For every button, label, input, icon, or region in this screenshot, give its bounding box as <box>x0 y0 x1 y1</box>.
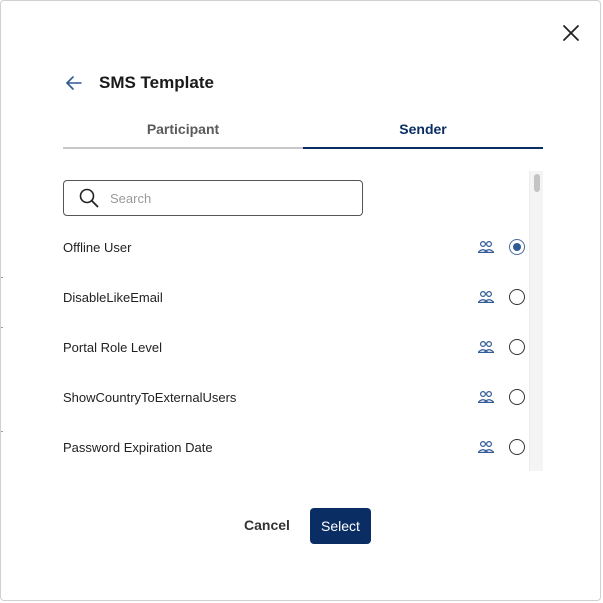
list-item-label: ShowCountryToExternalUsers <box>63 389 237 405</box>
radio-offline-user[interactable] <box>509 239 525 255</box>
list-item[interactable]: Offline User <box>63 232 525 262</box>
users-group-icon <box>478 240 494 253</box>
close-icon[interactable] <box>559 21 583 45</box>
back-button[interactable] <box>64 73 84 93</box>
list-item[interactable]: Portal Role Level <box>63 332 525 362</box>
cancel-button[interactable]: Cancel <box>237 508 297 542</box>
list-item-label: Password Expiration Date <box>63 439 213 455</box>
search-input[interactable] <box>108 189 332 207</box>
select-button[interactable]: Select <box>310 508 371 544</box>
dialog-title: SMS Template <box>99 73 214 92</box>
tab-sender[interactable]: Sender <box>303 113 543 149</box>
sender-list-panel: Offline User DisableLikeEmail Port <box>63 171 543 471</box>
list-scrollbar[interactable] <box>529 171 543 471</box>
radio-showcountrytoexternalusers[interactable] <box>509 389 525 405</box>
list-item-label: Offline User <box>63 239 132 255</box>
tab-bar: Participant Sender <box>63 113 543 149</box>
users-group-icon <box>478 340 494 353</box>
tab-participant[interactable]: Participant <box>63 113 303 149</box>
users-group-icon <box>478 290 494 303</box>
sms-template-dialog: SMS Template Participant Sender Offline … <box>0 0 601 601</box>
search-icon <box>79 188 99 208</box>
radio-portal-role-level[interactable] <box>509 339 525 355</box>
users-group-icon <box>478 390 494 403</box>
backdrop-edge-mark <box>1 327 3 328</box>
scrollbar-thumb[interactable] <box>534 174 540 192</box>
list-item-label: DisableLikeEmail <box>63 289 163 305</box>
arrow-left-icon[interactable] <box>64 73 84 93</box>
backdrop-edge-mark <box>1 277 3 278</box>
radio-password-expiration-date[interactable] <box>509 439 525 455</box>
search-field[interactable] <box>63 180 363 216</box>
users-group-icon <box>478 440 494 453</box>
list-item[interactable]: ShowCountryToExternalUsers <box>63 382 525 412</box>
radio-disablelikeemail[interactable] <box>509 289 525 305</box>
list-item[interactable]: DisableLikeEmail <box>63 282 525 312</box>
list-item-label: Portal Role Level <box>63 339 162 355</box>
close-button[interactable] <box>559 21 583 45</box>
list-item[interactable]: Password Expiration Date <box>63 432 525 462</box>
backdrop-edge-mark <box>1 431 3 432</box>
